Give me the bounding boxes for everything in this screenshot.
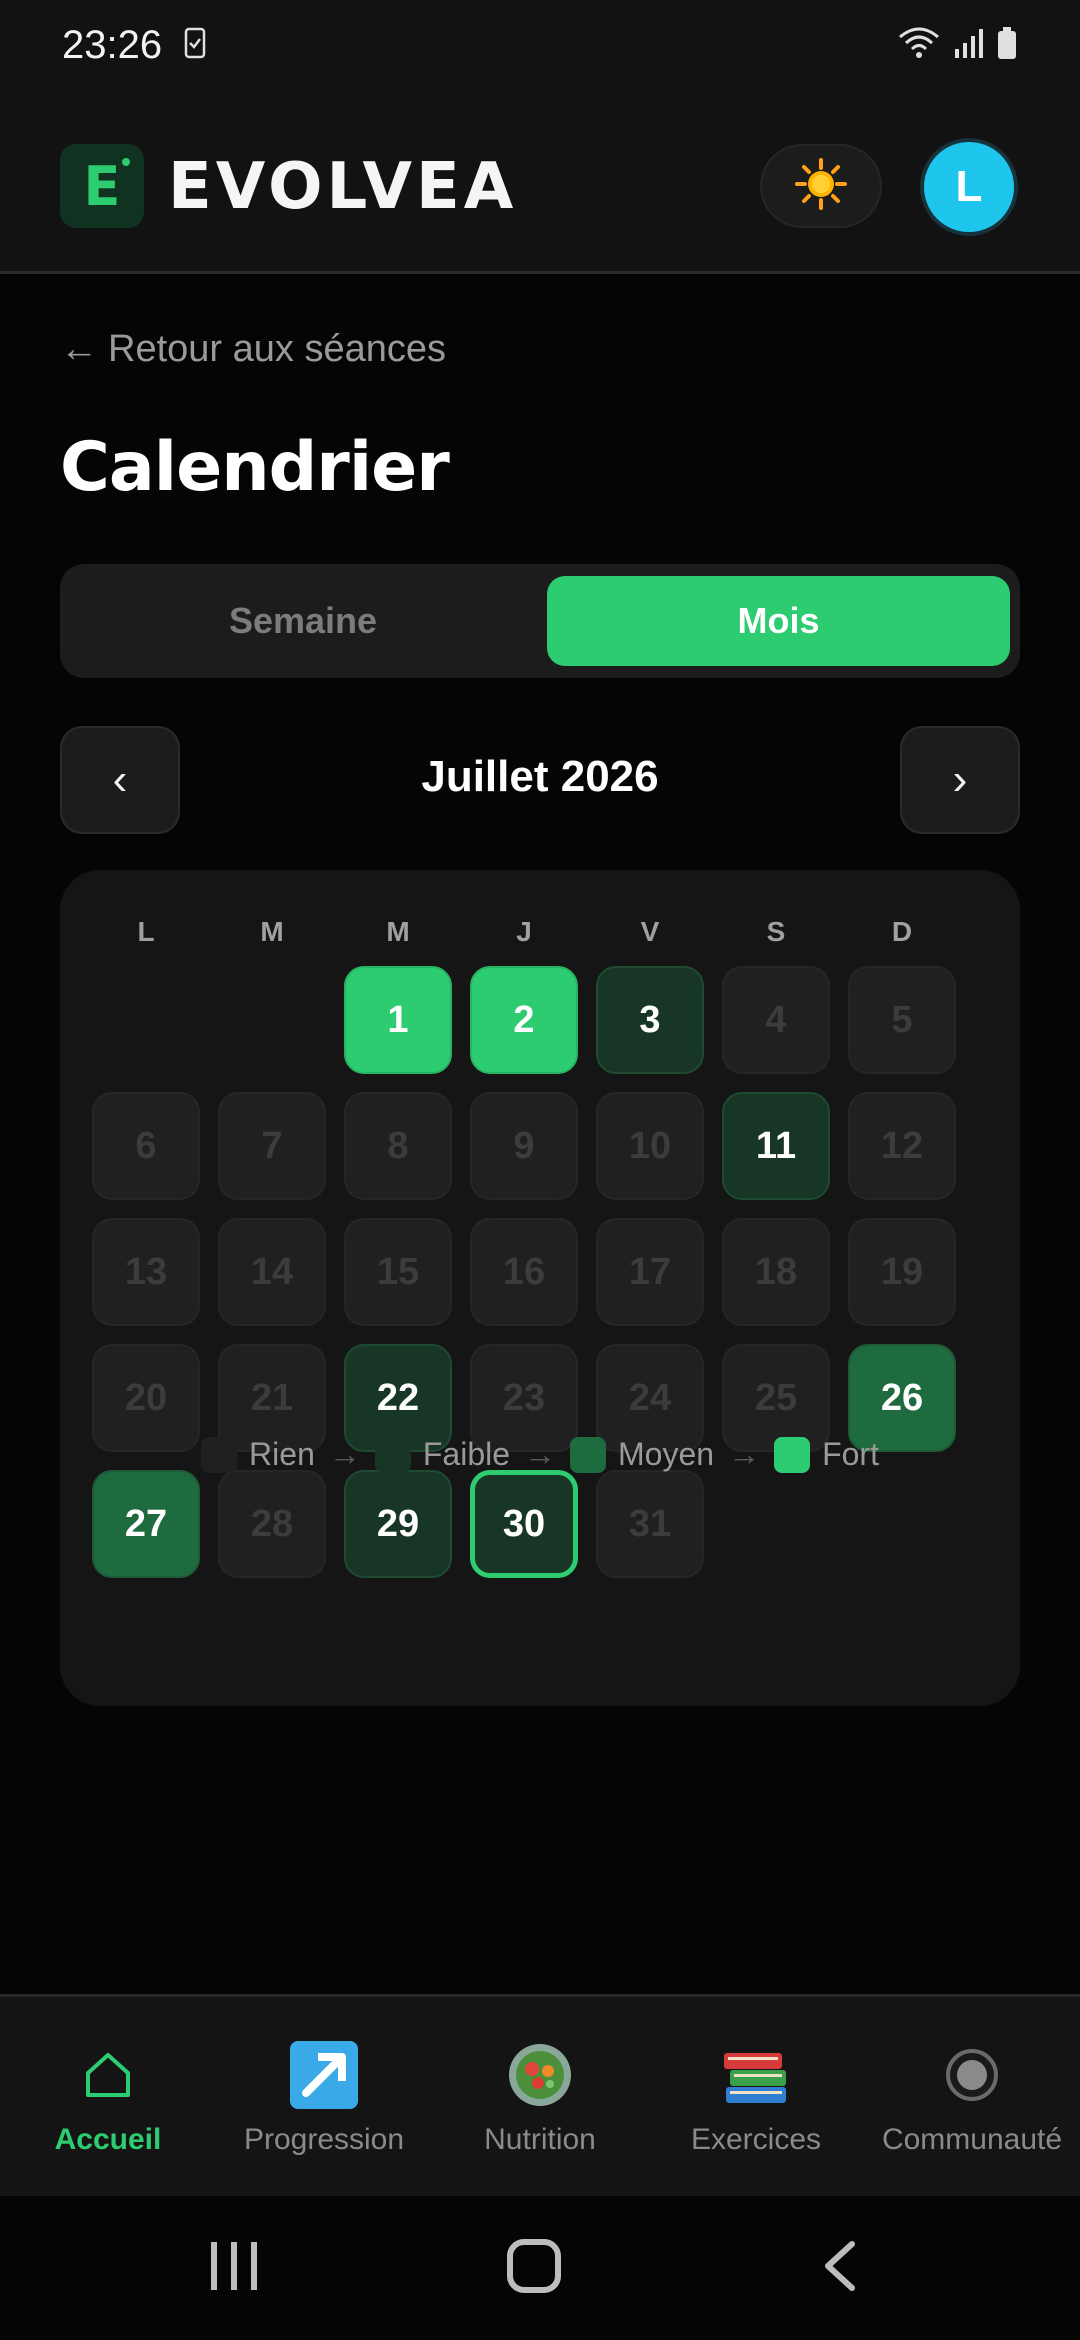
nav-item-communaute[interactable]: Communauté (864, 1997, 1080, 2199)
calendar-day[interactable]: 5 (848, 966, 956, 1074)
calendar-day[interactable]: 17 (596, 1218, 704, 1326)
calendar-day[interactable]: 10 (596, 1092, 704, 1200)
legend-swatch-low (374, 1436, 411, 1473)
weekday-label: L (137, 916, 155, 947)
phone-check-icon (184, 27, 206, 64)
legend-item-low: Faible (374, 1436, 511, 1473)
legend-swatch-mid (570, 1436, 607, 1473)
calendar-day[interactable]: 8 (344, 1092, 452, 1200)
legend-arrow: → (728, 1436, 761, 1472)
theme-toggle-button[interactable] (760, 144, 882, 228)
calendar-day[interactable]: 28 (218, 1470, 326, 1578)
nav-label: Communauté (881, 2123, 1063, 2156)
signal-icon (954, 27, 984, 64)
app-header: E EVOLVEA L (0, 90, 1080, 274)
calendar-day[interactable]: 19 (848, 1218, 956, 1326)
weekday-label: S (766, 916, 786, 947)
weekday-label: V (640, 916, 660, 947)
trend-arrow-icon (288, 2039, 360, 2111)
back-to-sessions-link[interactable]: ← Retour aux séances (60, 328, 446, 371)
status-time: 23:26 (62, 22, 163, 67)
calendar-day[interactable]: 11 (722, 1092, 830, 1200)
previous-month-button[interactable]: ‹ (60, 726, 180, 834)
home-button[interactable] (494, 2232, 574, 2304)
status-right (896, 25, 1018, 66)
month-label: Juillet 2026 (421, 752, 659, 801)
weekday-label: D (891, 916, 913, 947)
nav-label: Exercices (690, 2123, 822, 2156)
calendar-day-today[interactable]: 30 (470, 1470, 578, 1578)
tab-week[interactable]: Semaine (70, 576, 536, 666)
nav-item-progression[interactable]: Progression (216, 1997, 432, 2199)
calendar-day[interactable]: 13 (92, 1218, 200, 1326)
nav-item-accueil[interactable]: Accueil (0, 1997, 216, 2199)
intensity-legend: Rien → Faible → Moyen → Fort (60, 1436, 1020, 1473)
weekday-label: M (260, 916, 284, 947)
legend-arrow: → (524, 1436, 557, 1472)
calendar-day[interactable]: 4 (722, 966, 830, 1074)
brand-name: EVOLVEA (168, 150, 518, 224)
calendar-day[interactable]: 29 (344, 1470, 452, 1578)
legend-label: Fort (822, 1436, 879, 1472)
battery-icon (996, 26, 1018, 65)
view-mode-toggle: Semaine Mois (60, 564, 1020, 678)
legend-label: Faible (422, 1436, 511, 1472)
calendar-day[interactable]: 2 (470, 966, 578, 1074)
calendar-day[interactable]: 27 (92, 1470, 200, 1578)
calendar-day[interactable]: 3 (596, 966, 704, 1074)
calendar-day[interactable]: 14 (218, 1218, 326, 1326)
tab-month[interactable]: Mois (547, 576, 1010, 666)
chevron-left-icon (820, 2238, 860, 2299)
home-square-icon (506, 2238, 562, 2299)
nav-item-nutrition[interactable]: Nutrition (432, 1997, 648, 2199)
calendar-day[interactable]: 12 (848, 1092, 956, 1200)
nav-label: Nutrition (484, 2123, 596, 2156)
books-icon (720, 2039, 792, 2111)
nav-label: Progression (243, 2123, 405, 2156)
salad-bowl-icon (504, 2039, 576, 2111)
nav-item-exercices[interactable]: Exercices (648, 1997, 864, 2199)
status-bar: 23:26 (0, 0, 1080, 90)
back-link-label: Retour aux séances (108, 328, 446, 370)
legend-swatch-high (774, 1436, 811, 1473)
back-button[interactable] (800, 2232, 880, 2304)
radio-circle-icon (936, 2039, 1008, 2111)
weekday-label: M (386, 916, 410, 947)
nav-label: Accueil (54, 2123, 162, 2156)
weekday-label: J (516, 916, 532, 947)
legend-item-none: Rien (201, 1436, 315, 1473)
recent-apps-icon (209, 2238, 259, 2299)
legend-arrow: → (328, 1436, 361, 1472)
logo-letter: E (83, 154, 121, 218)
calendar-day[interactable]: 6 (92, 1092, 200, 1200)
calendar-day[interactable]: 9 (470, 1092, 578, 1200)
legend-swatch-none (201, 1436, 238, 1473)
arrow-left-icon: ← (60, 328, 98, 370)
calendar-day[interactable]: 16 (470, 1218, 578, 1326)
bottom-navigation: Accueil Progression Nutrition Exercices … (0, 1994, 1080, 2196)
logo: E (60, 144, 144, 228)
legend-label: Rien (249, 1436, 315, 1472)
next-month-button[interactable]: › (900, 726, 1020, 834)
page-title: Calendrier (60, 428, 450, 507)
recent-apps-button[interactable] (194, 2232, 274, 2304)
legend-item-mid: Moyen (570, 1436, 714, 1473)
calendar-day[interactable]: 1 (344, 966, 452, 1074)
legend-label: Moyen (618, 1436, 715, 1472)
user-avatar[interactable]: L (920, 138, 1018, 236)
app-screen: 23:26 E EVOLVEA L ← Retour aux séances C… (0, 0, 1080, 2340)
sun-icon (795, 157, 847, 215)
calendar-day[interactable]: 18 (722, 1218, 830, 1326)
legend-item-high: Fort (774, 1436, 879, 1473)
calendar-card: LMMJVSD 1 2 3 4 5 6 7 8 9 10 11 12 13 14 15 16 17 18 19 20 2… (60, 870, 1020, 1706)
wifi-icon (896, 25, 942, 66)
calendar-day[interactable]: 31 (596, 1470, 704, 1578)
logo-dot (122, 158, 130, 166)
calendar-day[interactable]: 15 (344, 1218, 452, 1326)
status-left: 23:26 (62, 23, 206, 68)
calendar-day[interactable]: 7 (218, 1092, 326, 1200)
system-navigation-bar (0, 2196, 1080, 2340)
home-icon (72, 2039, 144, 2111)
